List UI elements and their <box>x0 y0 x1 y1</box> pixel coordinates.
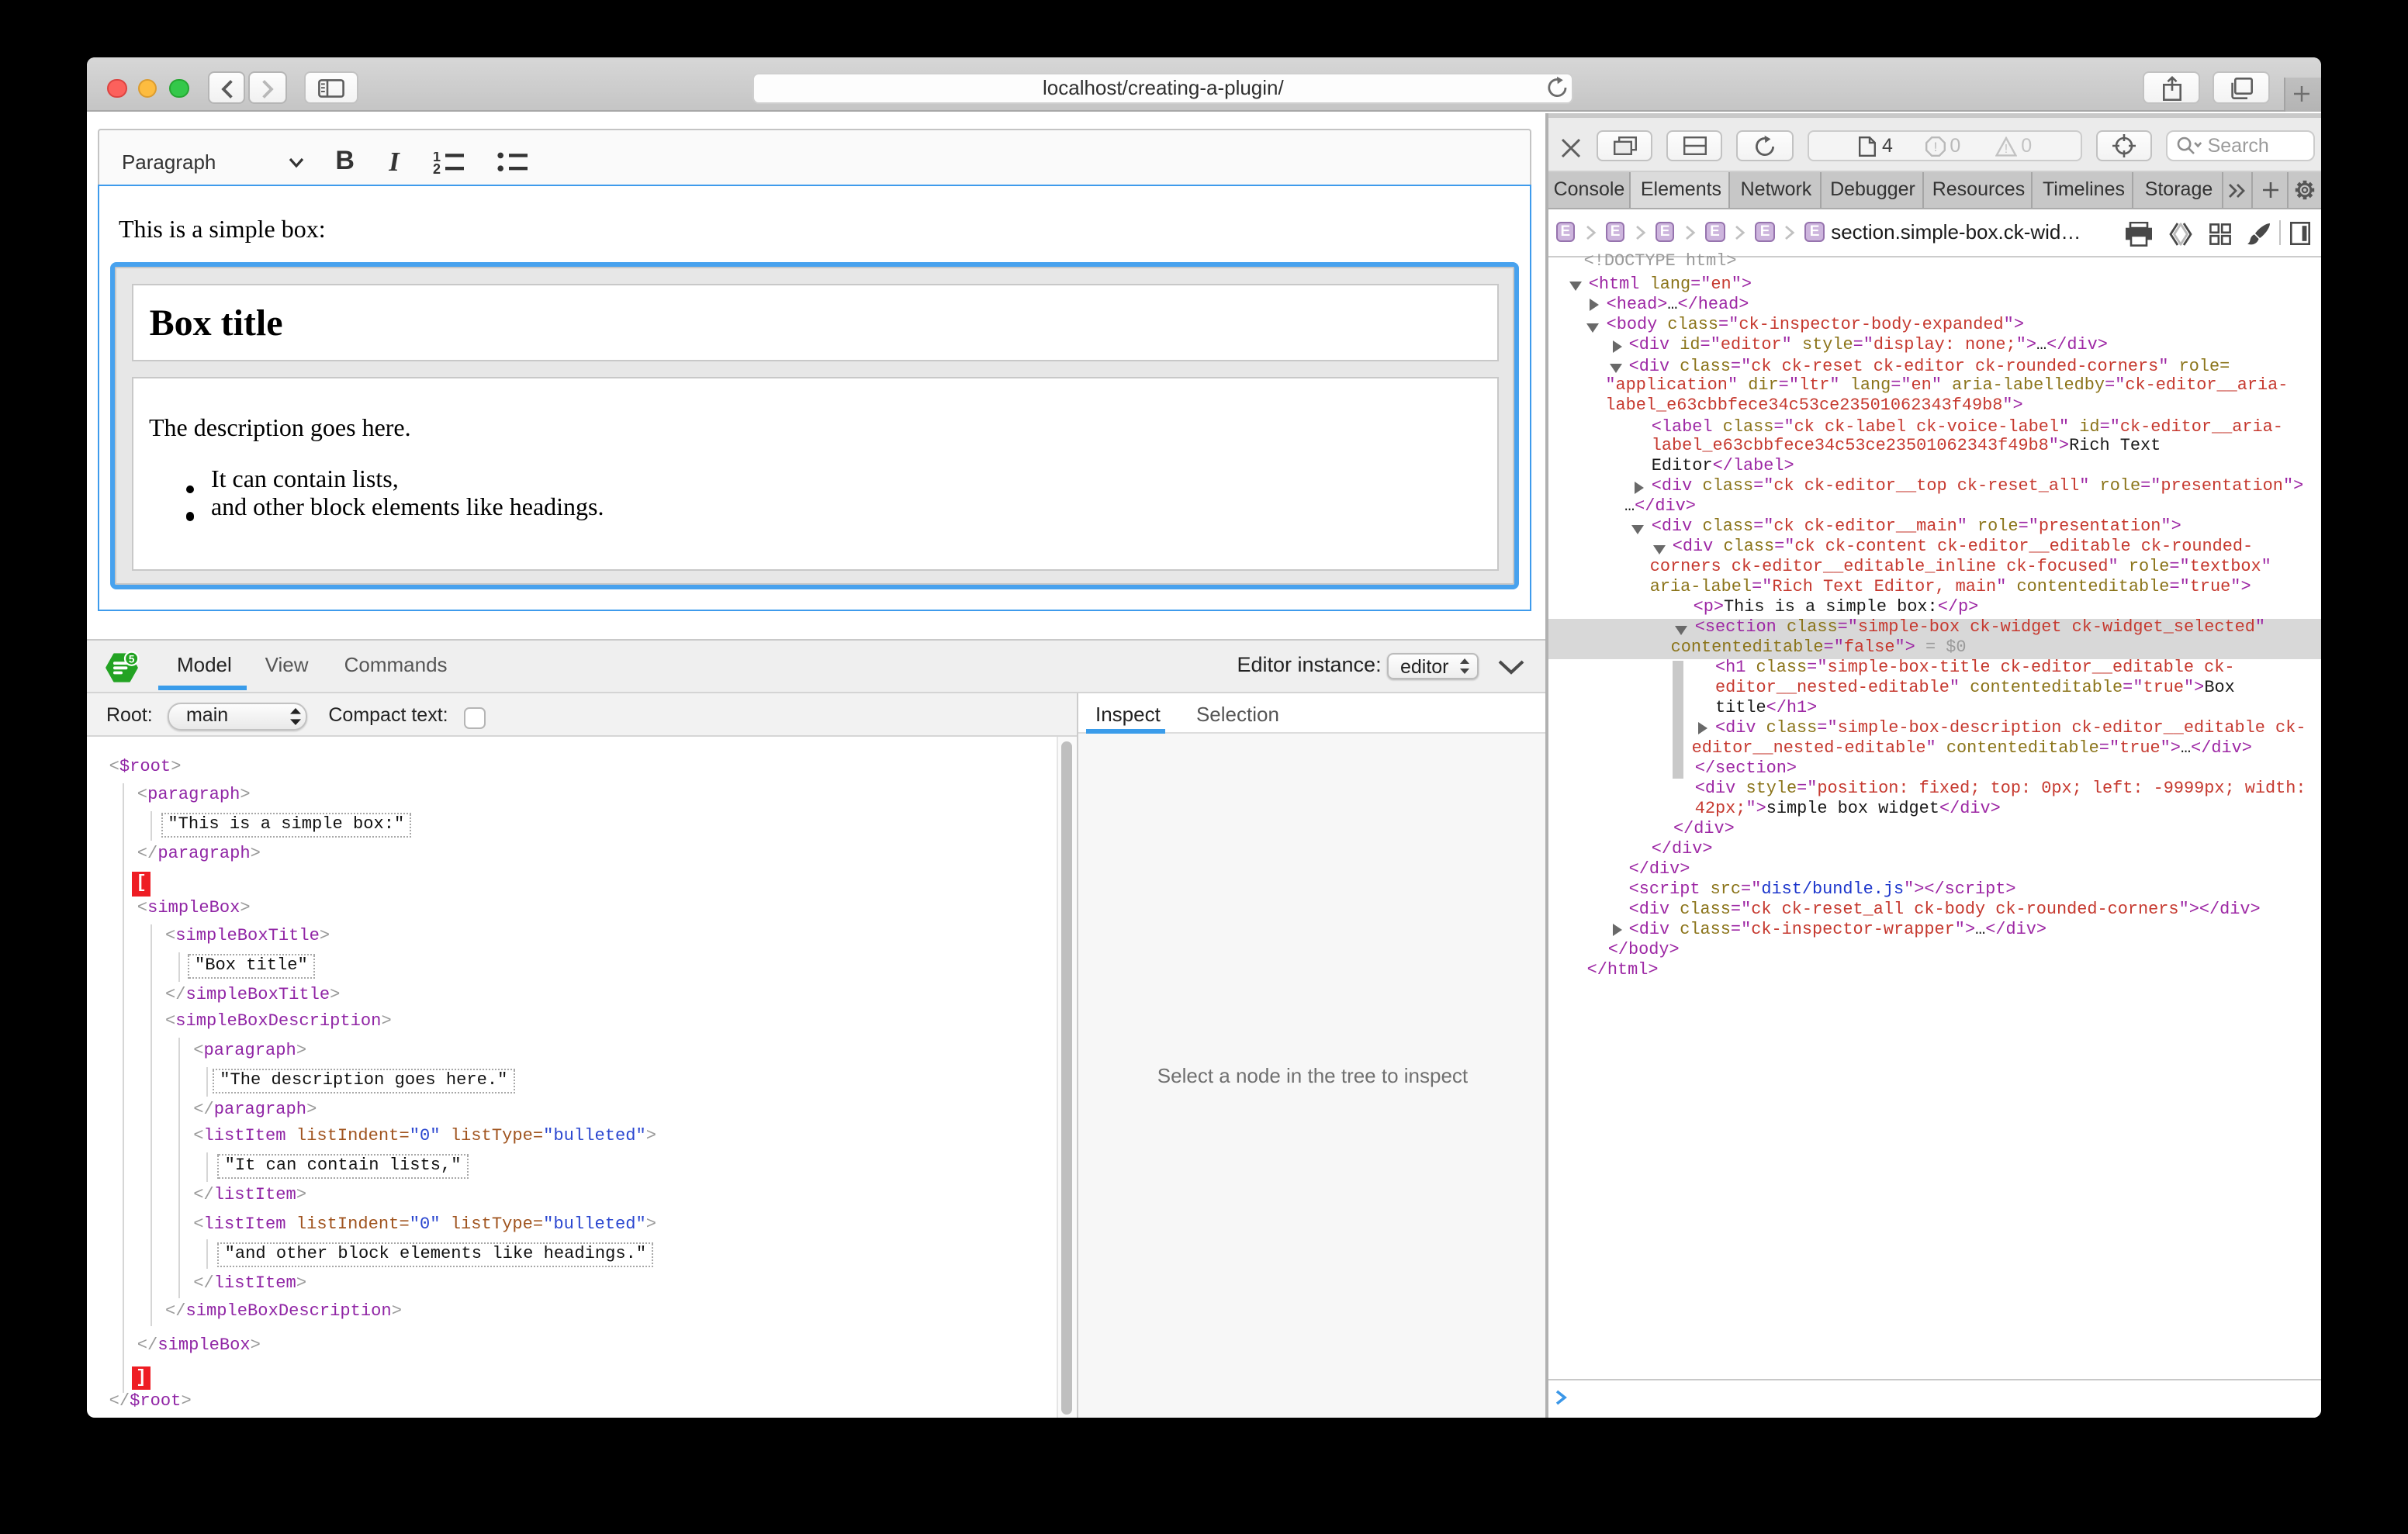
svg-text:!: ! <box>1934 140 1938 154</box>
svg-text:2: 2 <box>433 161 441 174</box>
svg-text:!: ! <box>2005 142 2008 155</box>
svg-text:5: 5 <box>129 654 135 665</box>
